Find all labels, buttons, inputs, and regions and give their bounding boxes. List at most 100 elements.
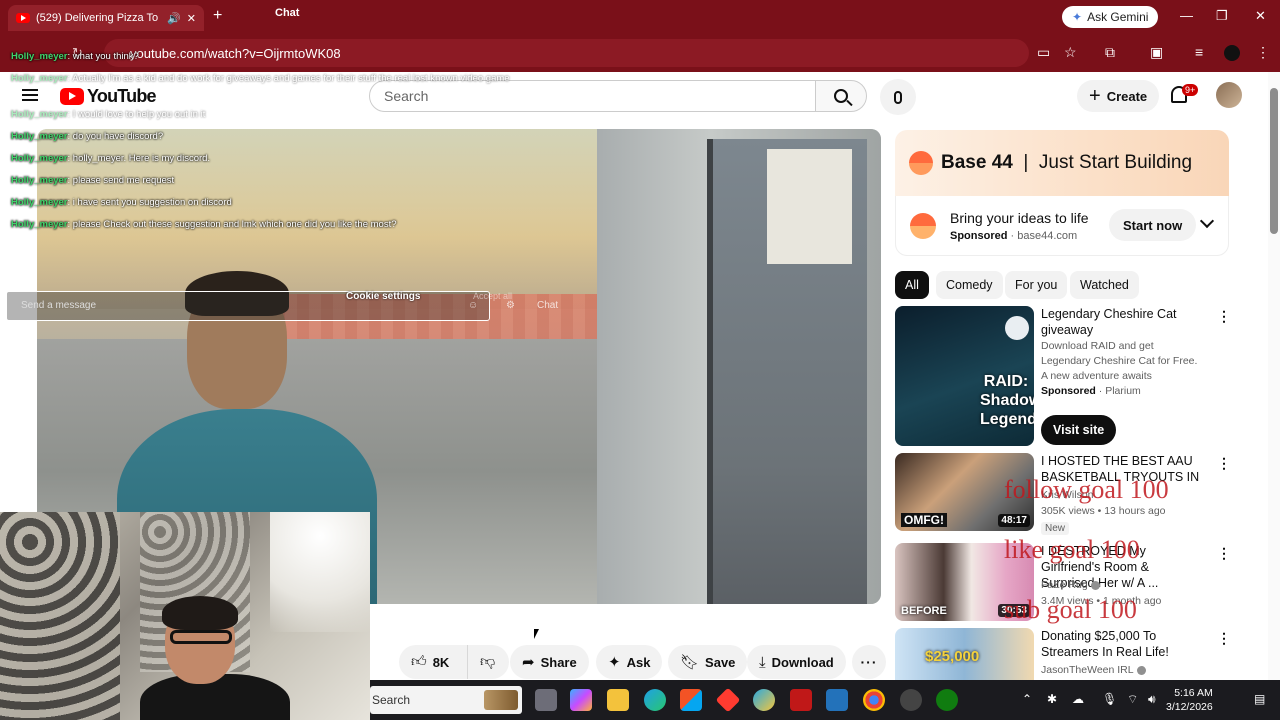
cast-icon[interactable]: ▭ <box>1037 44 1050 61</box>
weather-app-icon[interactable] <box>753 689 775 711</box>
media-control-icon[interactable]: ≡ <box>1195 44 1203 60</box>
webcam-overlay <box>0 512 370 720</box>
more-options-icon[interactable]: ⋮ <box>1217 630 1231 647</box>
new-tab-button[interactable]: + <box>213 7 222 25</box>
tray-microphone-icon[interactable]: 🎙︎ <box>1102 692 1117 706</box>
browser-tab-active[interactable]: (529) Delivering Pizza To Je 🔊 ✕ <box>8 5 204 31</box>
xbox-icon[interactable] <box>936 689 958 711</box>
channel-row[interactable]: FaZe Rug <box>1041 579 1100 591</box>
create-button[interactable]: + Create <box>1077 80 1160 112</box>
anydesk-icon[interactable] <box>715 687 741 713</box>
advertiser-logo-icon <box>910 213 936 239</box>
video-scene-notice <box>767 149 852 264</box>
recommendation-title[interactable]: Donating $25,000 To Streamers In Real Li… <box>1041 628 1201 660</box>
maximize-icon[interactable]: ❐ <box>1216 8 1228 24</box>
emoji-icon[interactable]: ☺ <box>468 300 478 311</box>
save-button[interactable]: 🔖︎ Save <box>668 645 748 679</box>
ad-tagline: Just Start Building <box>1038 152 1193 173</box>
share-button[interactable]: ➦ Share <box>510 645 589 679</box>
recommendation-title[interactable]: Legendary Cheshire Cat giveaway <box>1041 306 1201 338</box>
edge-icon[interactable] <box>644 689 666 711</box>
cookie-settings-button[interactable]: Cookie settings <box>346 291 420 302</box>
sponsored-label: Sponsored <box>950 230 1008 242</box>
more-options-icon[interactable]: ⋮ <box>1217 455 1231 472</box>
more-options-icon[interactable]: ⋮ <box>1217 308 1231 325</box>
more-actions-button[interactable]: ··· <box>852 645 886 679</box>
page-scrollbar-thumb[interactable] <box>1270 88 1278 234</box>
tab-title: (529) Delivering Pizza To Je <box>36 12 162 24</box>
chip-for-you[interactable]: For you <box>1005 271 1068 299</box>
chip-all[interactable]: All <box>895 271 929 299</box>
close-window-icon[interactable]: ✕ <box>1255 8 1266 24</box>
ad-meta: Sponsored · base44.com <box>950 230 1078 242</box>
chip-comedy[interactable]: Comedy <box>936 271 1003 299</box>
channel-row[interactable]: JasonTheWeen IRL <box>1041 664 1146 676</box>
bookmark-star-icon[interactable]: ☆ <box>1064 44 1077 61</box>
like-count: 8K <box>432 654 450 670</box>
chat-text: : what you think? <box>67 51 139 62</box>
visit-site-button[interactable]: Visit site <box>1041 415 1117 445</box>
minimize-icon[interactable]: — <box>1180 8 1193 23</box>
recommendation-sponsored[interactable]: RAID: Shadow Legends Legendary Cheshire … <box>895 306 1235 446</box>
video-thumbnail[interactable]: $25,000 <box>895 628 1034 680</box>
ad-info-card: Bring your ideas to life Sponsored · bas… <box>895 196 1229 256</box>
ask-button[interactable]: ✦ Ask <box>596 645 663 679</box>
tray-app-icon[interactable]: ✱ <box>1047 692 1057 706</box>
chat-text: : i have sent you suggestion on discord <box>67 197 232 208</box>
voice-search-button[interactable] <box>880 79 916 115</box>
recommendation-item[interactable]: $25,000 Donating $25,000 To Streamers In… <box>895 628 1235 680</box>
account-avatar[interactable] <box>1216 82 1242 108</box>
sub-goal-overlay: sub goal 100 <box>1004 595 1137 624</box>
split-view-icon[interactable]: ▣ <box>1150 44 1163 61</box>
mcafee-icon[interactable] <box>790 689 812 711</box>
taskbar-search[interactable]: Search <box>370 686 522 714</box>
chat-username: Holly_meyer <box>11 219 68 230</box>
tray-chevron-up-icon[interactable]: ⌃ <box>1022 692 1032 706</box>
chat-send-button[interactable]: Chat <box>537 300 558 311</box>
taskbar-clock[interactable]: 5:16 AM 3/12/2026 <box>1166 686 1213 714</box>
like-button[interactable]: 👍︎ 8K <box>399 645 467 679</box>
ad-headline[interactable]: Bring your ideas to life <box>950 210 1089 226</box>
chat-username: Holly_meyer <box>11 197 68 208</box>
search-button[interactable] <box>815 80 867 112</box>
ask-gemini-button[interactable]: ✦ Ask Gemini <box>1062 6 1159 28</box>
notification-count-badge: 9+ <box>1182 84 1199 96</box>
ad-domain: base44.com <box>1017 230 1078 242</box>
verified-icon <box>1090 580 1100 590</box>
start-now-button[interactable]: Start now <box>1109 209 1197 241</box>
speaker-icon[interactable]: 🔊 <box>167 12 181 25</box>
outlook-icon[interactable] <box>826 689 848 711</box>
chrome-icon[interactable] <box>863 689 885 711</box>
clock-time: 5:16 AM <box>1174 687 1213 699</box>
obs-icon[interactable] <box>900 689 922 711</box>
ad-banner[interactable]: Base 44 | Just Start Building <box>895 130 1229 196</box>
copilot-icon[interactable] <box>570 689 592 711</box>
menu-kebab-icon[interactable]: ⋮ <box>1256 44 1270 61</box>
download-button[interactable]: ⤓ Download <box>747 645 846 679</box>
create-label: Create <box>1106 88 1148 104</box>
browser-profile-avatar[interactable] <box>1224 45 1240 61</box>
search-highlight-image <box>484 690 518 710</box>
tab-close-icon[interactable]: ✕ <box>187 12 196 25</box>
video-thumbnail[interactable]: RAID: Shadow Legends <box>895 306 1034 446</box>
share-label: Share <box>540 654 577 670</box>
notification-center-icon[interactable]: ▤ <box>1254 692 1265 706</box>
microphone-icon <box>894 90 902 104</box>
onedrive-icon[interactable]: ☁ <box>1072 692 1084 706</box>
volume-icon[interactable]: 🔊︎ <box>1148 692 1156 707</box>
thumb-moon <box>1005 316 1029 340</box>
store-icon[interactable] <box>680 689 702 711</box>
dislike-button[interactable]: 👎︎ <box>467 645 509 679</box>
video-actions-row: 👍︎ 8K 👎︎ ➦ Share ✦ Ask 🔖︎ Save ⤓ Downloa… <box>370 640 890 684</box>
chat-settings-gear-icon[interactable]: ⚙ <box>506 300 515 311</box>
task-view-icon[interactable] <box>535 689 557 711</box>
file-explorer-icon[interactable] <box>607 689 629 711</box>
chip-watched[interactable]: Watched <box>1070 271 1139 299</box>
chat-message: Holly_meyer: do you have discord? <box>11 131 163 142</box>
wifi-icon[interactable]: ⌔ <box>1127 692 1138 707</box>
sponsored-label: Sponsored <box>1041 385 1096 397</box>
channel-name: Plarium <box>1105 385 1141 397</box>
more-options-icon[interactable]: ⋮ <box>1217 545 1231 562</box>
chevron-down-icon[interactable] <box>1199 213 1215 229</box>
extensions-icon[interactable]: ⧉ <box>1105 44 1115 61</box>
